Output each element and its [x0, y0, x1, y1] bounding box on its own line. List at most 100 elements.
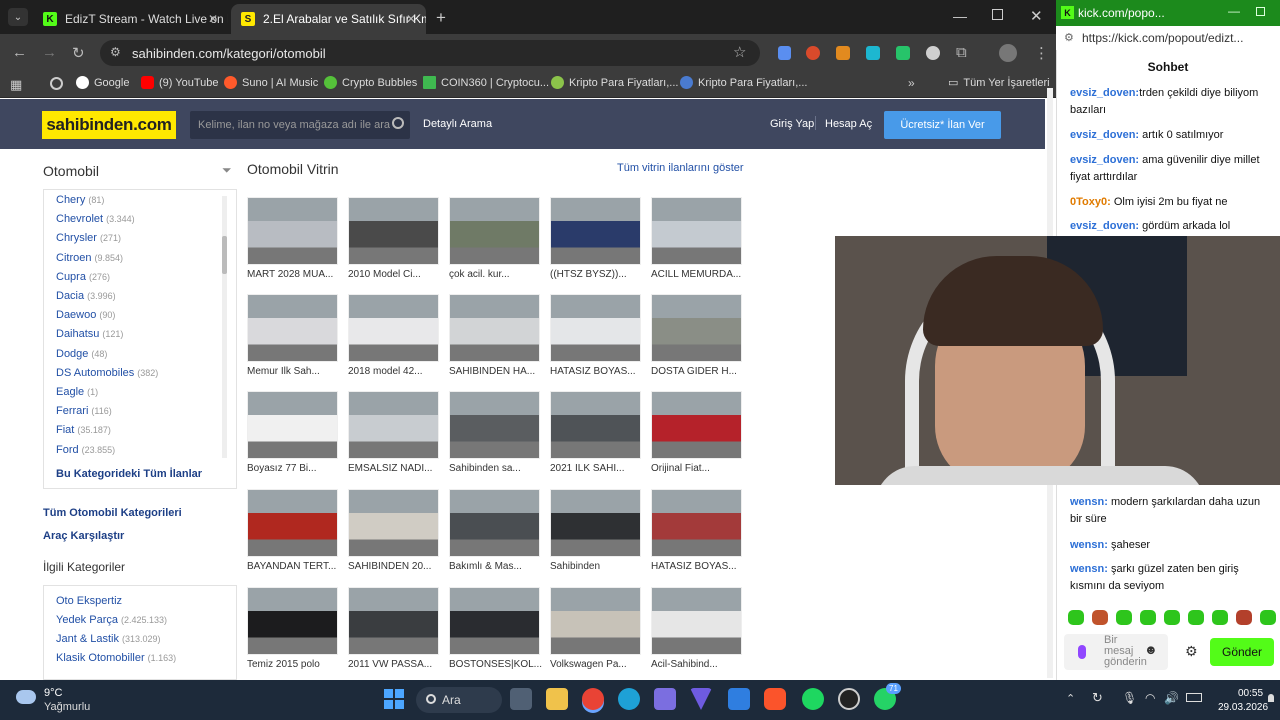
- category-item[interactable]: Chrysler (271): [56, 232, 121, 244]
- file-explorer-icon[interactable]: [546, 688, 568, 710]
- listing-thumbnail[interactable]: [348, 197, 439, 265]
- minimize-icon[interactable]: —: [953, 8, 967, 24]
- listing-thumbnail[interactable]: [651, 294, 742, 362]
- listing-thumbnail[interactable]: [247, 587, 338, 655]
- apps-grid-icon[interactable]: ▦: [10, 77, 22, 93]
- category-item[interactable]: Chevrolet (3.344): [56, 213, 135, 225]
- maximize-icon[interactable]: [1256, 7, 1265, 16]
- emoji-icon[interactable]: ☻: [1144, 643, 1158, 656]
- listing-thumbnail[interactable]: [651, 391, 742, 459]
- clock-date[interactable]: 29.03.2026: [1218, 702, 1268, 713]
- listing-title[interactable]: çok acil. kur...: [449, 269, 544, 280]
- bookmark-youtube[interactable]: (9) YouTube: [141, 76, 219, 89]
- store-icon[interactable]: [728, 688, 750, 710]
- extension-icon[interactable]: [836, 46, 850, 60]
- site-logo[interactable]: sahibinden.com: [42, 111, 176, 139]
- related-category-item[interactable]: Klasik Otomobiller (1.163): [56, 652, 176, 664]
- listing-thumbnail[interactable]: [651, 489, 742, 557]
- listing-thumbnail[interactable]: [449, 391, 540, 459]
- category-item[interactable]: Dodge (48): [56, 348, 107, 360]
- chat-username[interactable]: wensn:: [1070, 539, 1108, 551]
- listing-title[interactable]: ((HTSZ BYSZ))...: [550, 269, 645, 280]
- back-arrow-icon[interactable]: ←: [12, 44, 27, 61]
- listing-title[interactable]: Acil-Sahibind...: [651, 659, 746, 670]
- chat-username[interactable]: evsiz_doven:: [1070, 154, 1139, 166]
- listing-title[interactable]: SAHİBİNDEN 20...: [348, 561, 443, 572]
- chat-username[interactable]: evsiz_doven:: [1070, 220, 1139, 232]
- weather-widget[interactable]: 9°C Yağmurlu: [14, 686, 104, 716]
- category-item[interactable]: Daewoo (90): [56, 309, 115, 321]
- profile-avatar[interactable]: [999, 44, 1017, 62]
- spotify-icon[interactable]: [802, 688, 824, 710]
- listing-thumbnail[interactable]: [449, 587, 540, 655]
- listing-title[interactable]: ACİLL MEMURDA...: [651, 269, 746, 280]
- listing-thumbnail[interactable]: [348, 587, 439, 655]
- bookmark-suno[interactable]: Suno | AI Music: [224, 76, 318, 89]
- listing-thumbnail[interactable]: [550, 294, 641, 362]
- listing-thumbnail[interactable]: [449, 489, 540, 557]
- wifi-icon[interactable]: ◠: [1145, 691, 1155, 705]
- bookmark-crypto-bubbles[interactable]: Crypto Bubbles: [324, 76, 417, 89]
- listing-title[interactable]: 2011 VW PASSA...: [348, 659, 443, 670]
- bookmark-google[interactable]: Google: [76, 76, 129, 89]
- site-info-icon[interactable]: ⚙: [110, 45, 121, 59]
- category-item[interactable]: Ferrari (116): [56, 405, 112, 417]
- listing-thumbnail[interactable]: [247, 391, 338, 459]
- edge-icon[interactable]: [618, 688, 640, 710]
- listing-thumbnail[interactable]: [550, 587, 641, 655]
- post-ad-button[interactable]: Ücretsiz* İlan Ver: [884, 111, 1001, 139]
- tab-list-chevron-icon[interactable]: ⌄: [8, 8, 28, 26]
- emote-icon[interactable]: [1260, 610, 1276, 625]
- category-item[interactable]: Chery (81): [56, 194, 104, 206]
- related-category-item[interactable]: Oto Ekspertiz: [56, 595, 125, 607]
- extension-icon[interactable]: [866, 46, 880, 60]
- emote-icon[interactable]: [1212, 610, 1228, 625]
- microphone-icon[interactable]: 🎙: [1122, 691, 1137, 705]
- listing-title[interactable]: HATASIZ BOYAS...: [651, 561, 746, 572]
- listing-title[interactable]: Volkswagen Pa...: [550, 659, 645, 670]
- related-category-item[interactable]: Jant & Lastik (313.029): [56, 633, 161, 645]
- extension-icon[interactable]: [896, 46, 910, 60]
- related-category-item[interactable]: Yedek Parça (2.425.133): [56, 614, 167, 626]
- new-tab-plus-icon[interactable]: +: [436, 8, 446, 28]
- listing-thumbnail[interactable]: [247, 294, 338, 362]
- showcase-all-link[interactable]: Tüm vitrin ilanlarını göster: [617, 162, 744, 174]
- compare-cars-link[interactable]: Araç Karşılaştır: [43, 530, 124, 542]
- extensions-puzzle-icon[interactable]: ⧉: [956, 44, 967, 61]
- listing-thumbnail[interactable]: [449, 294, 540, 362]
- listing-title[interactable]: EMSALSİZ NADİ...: [348, 463, 443, 474]
- listing-thumbnail[interactable]: [449, 197, 540, 265]
- category-item[interactable]: Cupra (276): [56, 271, 110, 283]
- chat-username[interactable]: evsiz_doven:: [1070, 87, 1139, 99]
- chat-settings-gear-icon[interactable]: ⚙: [1185, 643, 1198, 660]
- listing-thumbnail[interactable]: [550, 489, 641, 557]
- sync-icon[interactable]: ↻: [1092, 690, 1103, 706]
- emote-icon[interactable]: [1140, 610, 1156, 625]
- reload-icon[interactable]: ↻: [72, 44, 85, 62]
- all-category-listings-link[interactable]: Bu Kategorideki Tüm İlanlar: [56, 468, 202, 480]
- listing-title[interactable]: MART 2028 MUA...: [247, 269, 342, 280]
- extension-icon[interactable]: [926, 46, 940, 60]
- teams-icon[interactable]: [654, 688, 676, 710]
- listing-title[interactable]: DOSTA GİDER H...: [651, 366, 746, 377]
- bookmark-star-icon[interactable]: ☆: [733, 43, 746, 61]
- site-search-input[interactable]: Kelime, ilan no veya mağaza adı ile ara: [190, 111, 410, 139]
- listing-title[interactable]: SAHİBİNDEN HA...: [449, 366, 544, 377]
- all-bookmarks-folder[interactable]: ▭ Tüm Yer İşaretleri: [948, 76, 1050, 90]
- battery-icon[interactable]: [1186, 693, 1202, 702]
- listing-thumbnail[interactable]: [348, 294, 439, 362]
- chat-username[interactable]: wensn:: [1070, 563, 1108, 575]
- emote-icon[interactable]: [1116, 610, 1132, 625]
- listing-thumbnail[interactable]: [348, 489, 439, 557]
- all-auto-categories-link[interactable]: Tüm Otomobil Kategorileri: [43, 507, 182, 519]
- category-item[interactable]: Ford (23.855): [56, 444, 115, 456]
- listing-title[interactable]: HATASIZ BOYAS...: [550, 366, 645, 377]
- close-icon[interactable]: ✕: [406, 12, 416, 26]
- category-item[interactable]: Eagle (1): [56, 386, 98, 398]
- listing-title[interactable]: Sahibinden: [550, 561, 645, 572]
- listing-title[interactable]: BAYANDAN TERT...: [247, 561, 342, 572]
- emote-icon[interactable]: [1092, 610, 1108, 625]
- listing-thumbnail[interactable]: [247, 489, 338, 557]
- listing-title[interactable]: 2010 Model Ci...: [348, 269, 443, 280]
- category-item[interactable]: Daihatsu (121): [56, 328, 123, 340]
